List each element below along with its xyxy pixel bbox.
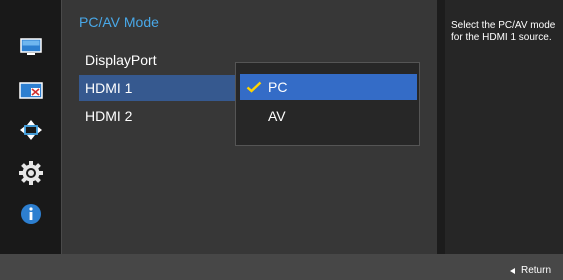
return-button[interactable]: Return (510, 263, 551, 279)
color-icon[interactable] (0, 76, 61, 106)
information-icon[interactable] (0, 199, 61, 229)
page-title: PC/AV Mode (79, 14, 159, 30)
check-icon (246, 74, 264, 100)
option-pc[interactable]: PC (240, 74, 417, 100)
option-av[interactable]: AV (240, 103, 417, 129)
option-label: AV (268, 108, 286, 124)
help-panel: Select the PC/AV mode for the HDMI 1 sou… (445, 0, 563, 254)
option-label: PC (268, 79, 288, 95)
size-position-icon[interactable] (0, 115, 61, 145)
return-label: Return (521, 265, 552, 276)
sidebar (0, 0, 61, 254)
system-gear-icon[interactable] (0, 158, 61, 188)
left-arrow-icon (510, 268, 515, 274)
help-text: Select the PC/AV mode for the HDMI 1 sou… (451, 20, 556, 43)
menu-item-hdmi1[interactable]: HDMI 1 (79, 75, 255, 101)
picture-icon[interactable] (0, 32, 61, 62)
bottom-bar: Return (0, 254, 563, 280)
mode-popup: PC AV (235, 62, 420, 146)
